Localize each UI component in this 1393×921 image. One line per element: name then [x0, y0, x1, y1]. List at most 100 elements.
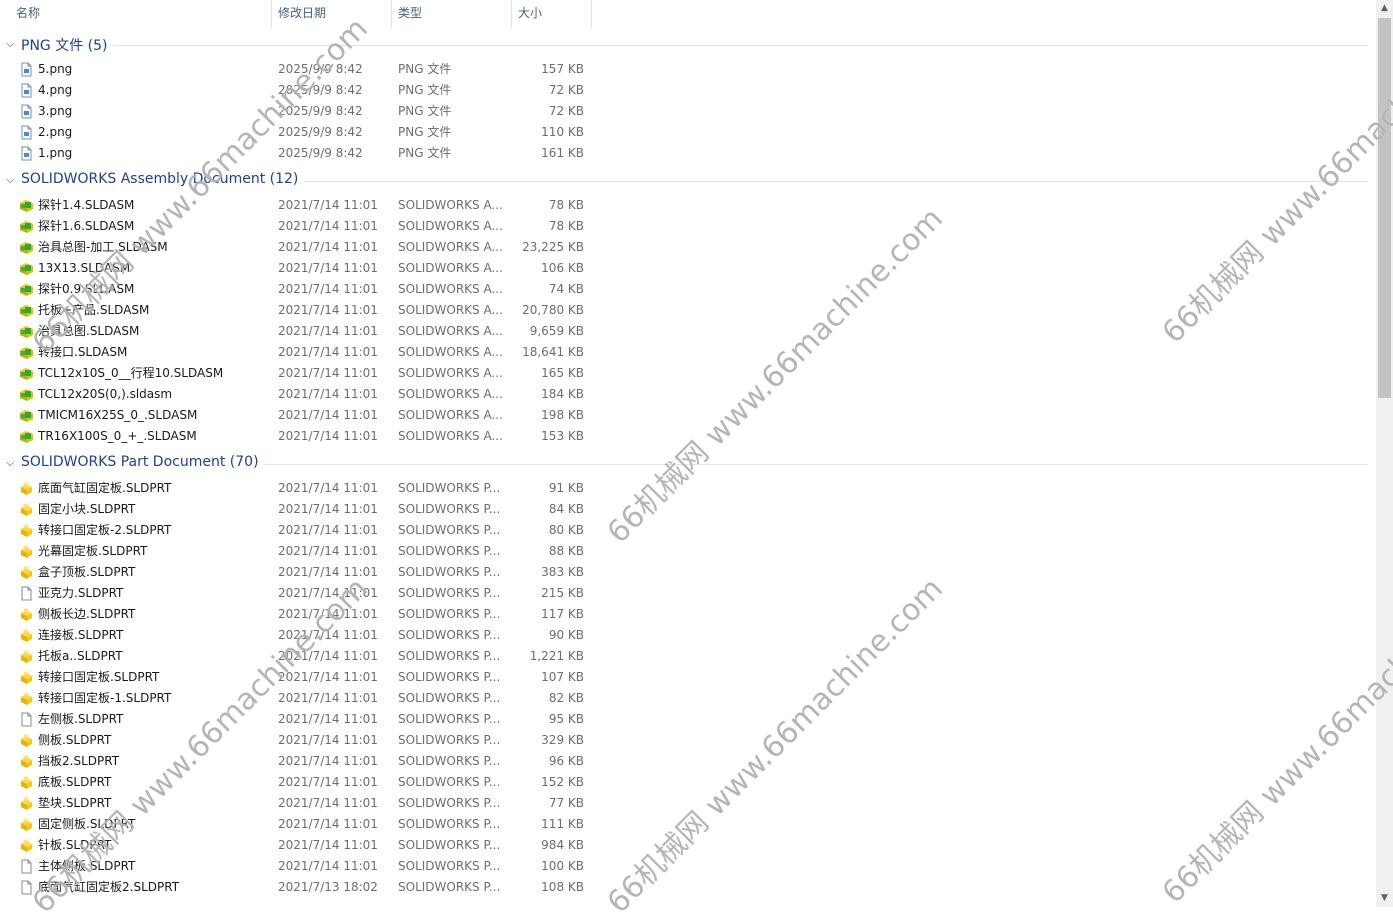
- chevron-down-icon[interactable]: ⌵: [6, 457, 16, 468]
- file-type: SOLIDWORKS P...: [398, 523, 501, 537]
- file-row[interactable]: 针板.SLDPRT 2021/7/14 11:01 SOLIDWORKS P... 9…: [0, 835, 600, 856]
- sldasm-icon: [19, 324, 34, 339]
- file-date: 2021/7/14 11:01: [278, 282, 378, 296]
- file-row[interactable]: 垫块.SLDPRT 2021/7/14 11:01 SOLIDWORKS P... 7…: [0, 793, 600, 814]
- file-row[interactable]: 转接口固定板.SLDPRT 2021/7/14 11:01 SOLIDWORKS P…: [0, 667, 600, 688]
- file-type: SOLIDWORKS P...: [398, 775, 501, 789]
- file-date: 2021/7/14 11:01: [278, 544, 378, 558]
- file-date: 2025/9/9 8:42: [278, 104, 363, 118]
- scroll-up-arrow-icon[interactable]: ▲: [1376, 0, 1393, 17]
- file-row[interactable]: TR16X100S_0_+_.SLDASM 2021/7/14 11:01 SOLI…: [0, 426, 600, 447]
- file-size: 80 KB: [548, 523, 584, 537]
- file-row[interactable]: 托板a..SLDPRT 2021/7/14 11:01 SOLIDWORKS P..…: [0, 646, 600, 667]
- file-row[interactable]: 固定小块.SLDPRT 2021/7/14 11:01 SOLIDWORKS P..…: [0, 499, 600, 520]
- file-type: SOLIDWORKS A...: [398, 282, 503, 296]
- chevron-down-icon[interactable]: ⌵: [6, 38, 16, 49]
- file-row[interactable]: 1.png 2025/9/9 8:42 PNG 文件 161 KB: [0, 143, 600, 164]
- sldprt-icon: [19, 523, 34, 538]
- file-name: TCL12x20S(0,).sldasm: [38, 387, 173, 401]
- file-type: SOLIDWORKS A...: [398, 366, 503, 380]
- file-name: 治具总图.SLDASM: [38, 324, 140, 338]
- file-name: 探针1.4.SLDASM: [38, 198, 135, 212]
- group-header[interactable]: ⌵ SOLIDWORKS Assembly Document (12): [0, 168, 1376, 195]
- group-header[interactable]: ⌵ PNG 文件 (5): [0, 32, 1376, 59]
- sort-chevron-icon: ˅: [326, 0, 331, 7]
- file-date: 2021/7/14 11:01: [278, 366, 378, 380]
- file-size: 984 KB: [541, 838, 584, 852]
- group-header[interactable]: ⌵ SOLIDWORKS Part Document (70): [0, 451, 1376, 478]
- file-row[interactable]: 转接口固定板-1.SLDPRT 2021/7/14 11:01 SOLIDWORKS…: [0, 688, 600, 709]
- file-row[interactable]: 亚克力.SLDPRT 2021/7/14 11:01 SOLIDWORKS P...…: [0, 583, 600, 604]
- file-date: 2021/7/14 11:01: [278, 733, 378, 747]
- column-header-type[interactable]: 类型: [392, 0, 512, 28]
- file-row[interactable]: 3.png 2025/9/9 8:42 PNG 文件 72 KB: [0, 101, 600, 122]
- column-header-name-label: 名称: [16, 6, 41, 20]
- file-size: 108 KB: [541, 880, 584, 894]
- file-type: PNG 文件: [398, 125, 452, 139]
- file-row[interactable]: 治具总图.SLDASM 2021/7/14 11:01 SOLIDWORKS A..…: [0, 321, 600, 342]
- file-type: SOLIDWORKS A...: [398, 303, 503, 317]
- file-row[interactable]: 底面气缸固定板2.SLDPRT 2021/7/13 18:02 SOLIDWORKS…: [0, 877, 600, 898]
- file-date: 2021/7/14 11:01: [278, 670, 378, 684]
- file-row[interactable]: 2.png 2025/9/9 8:42 PNG 文件 110 KB: [0, 122, 600, 143]
- file-date: 2021/7/14 11:01: [278, 775, 378, 789]
- file-row[interactable]: 侧板长边.SLDPRT 2021/7/14 11:01 SOLIDWORKS P..…: [0, 604, 600, 625]
- file-date: 2021/7/14 11:01: [278, 565, 378, 579]
- file-name: 1.png: [38, 146, 73, 160]
- file-row[interactable]: 转接口.SLDASM 2021/7/14 11:01 SOLIDWORKS A...…: [0, 342, 600, 363]
- file-row[interactable]: 转接口固定板-2.SLDPRT 2021/7/14 11:01 SOLIDWORKS…: [0, 520, 600, 541]
- file-date: 2021/7/14 11:01: [278, 628, 378, 642]
- vertical-scrollbar[interactable]: ▲ ▼: [1376, 0, 1393, 907]
- blank-file-icon: [19, 859, 34, 874]
- file-name: 针板.SLDPRT: [38, 838, 112, 852]
- file-row[interactable]: 托板+产品.SLDASM 2021/7/14 11:01 SOLIDWORKS A.…: [0, 300, 600, 321]
- column-header-size[interactable]: 大小: [512, 0, 592, 28]
- file-type: SOLIDWORKS A...: [398, 198, 503, 212]
- file-row[interactable]: 固定侧板.SLDPRT 2021/7/14 11:01 SOLIDWORKS P..…: [0, 814, 600, 835]
- file-type: SOLIDWORKS P...: [398, 712, 501, 726]
- file-row[interactable]: 光幕固定板.SLDPRT 2021/7/14 11:01 SOLIDWORKS P.…: [0, 541, 600, 562]
- file-row[interactable]: 5.png 2025/9/9 8:42 PNG 文件 157 KB: [0, 59, 600, 80]
- file-type: PNG 文件: [398, 83, 452, 97]
- file-row[interactable]: 探针1.4.SLDASM 2021/7/14 11:01 SOLIDWORKS A.…: [0, 195, 600, 216]
- sldprt-icon: [19, 670, 34, 685]
- file-row[interactable]: 治具总图-加工.SLDASM 2021/7/14 11:01 SOLIDWORKS …: [0, 237, 600, 258]
- column-header-name[interactable]: 名称: [10, 0, 272, 28]
- chevron-down-icon[interactable]: ⌵: [6, 174, 16, 185]
- watermark-text: 66机械网 www.66machine.com: [1155, 561, 1393, 911]
- scroll-down-arrow-icon[interactable]: ▼: [1376, 890, 1393, 907]
- file-name: 5.png: [38, 62, 73, 76]
- file-name: 连接板.SLDPRT: [38, 628, 124, 642]
- file-name: 13X13.SLDASM: [38, 261, 131, 275]
- file-row[interactable]: 探针0.9.SLDASM 2021/7/14 11:01 SOLIDWORKS A.…: [0, 279, 600, 300]
- file-date: 2021/7/14 11:01: [278, 240, 378, 254]
- file-row[interactable]: TCL12x10S_0__行程10.SLDASM 2021/7/14 11:01 S…: [0, 363, 600, 384]
- file-row[interactable]: 左侧板.SLDPRT 2021/7/14 11:01 SOLIDWORKS P...…: [0, 709, 600, 730]
- scroll-thumb[interactable]: [1378, 18, 1391, 398]
- file-row[interactable]: 底板.SLDPRT 2021/7/14 11:01 SOLIDWORKS P... 1…: [0, 772, 600, 793]
- column-header-date[interactable]: 修改日期: [272, 0, 392, 28]
- file-date: 2021/7/14 11:01: [278, 712, 378, 726]
- file-row[interactable]: 盒子顶板.SLDPRT 2021/7/14 11:01 SOLIDWORKS P..…: [0, 562, 600, 583]
- file-date: 2021/7/14 11:01: [278, 691, 378, 705]
- file-size: 161 KB: [541, 146, 584, 160]
- file-size: 215 KB: [541, 586, 584, 600]
- file-row[interactable]: 连接板.SLDPRT 2021/7/14 11:01 SOLIDWORKS P...…: [0, 625, 600, 646]
- file-row[interactable]: 侧板.SLDPRT 2021/7/14 11:01 SOLIDWORKS P... 3…: [0, 730, 600, 751]
- sldprt-icon: [19, 691, 34, 706]
- file-row[interactable]: 主体侧板.SLDPRT 2021/7/14 11:01 SOLIDWORKS P..…: [0, 856, 600, 877]
- file-row[interactable]: 4.png 2025/9/9 8:42 PNG 文件 72 KB: [0, 80, 600, 101]
- file-row[interactable]: TCL12x20S(0,).sldasm 2021/7/14 11:01 SOLID…: [0, 384, 600, 405]
- file-row[interactable]: 挡板2.SLDPRT 2021/7/14 11:01 SOLIDWORKS P...…: [0, 751, 600, 772]
- sldasm-icon: [19, 282, 34, 297]
- file-row[interactable]: 13X13.SLDASM 2021/7/14 11:01 SOLIDWORKS A.…: [0, 258, 600, 279]
- file-row[interactable]: 底面气缸固定板.SLDPRT 2021/7/14 11:01 SOLIDWORKS …: [0, 478, 600, 499]
- file-row[interactable]: TMICM16X25S_0_.SLDASM 2021/7/14 11:01 SOLI…: [0, 405, 600, 426]
- file-size: 198 KB: [541, 408, 584, 422]
- file-row[interactable]: 探针1.6.SLDASM 2021/7/14 11:01 SOLIDWORKS A.…: [0, 216, 600, 237]
- file-name: 底面气缸固定板2.SLDPRT: [38, 880, 180, 894]
- file-size: 78 KB: [548, 219, 584, 233]
- file-name: 转接口固定板.SLDPRT: [38, 670, 160, 684]
- file-type: SOLIDWORKS A...: [398, 324, 503, 338]
- sldasm-icon: [19, 240, 34, 255]
